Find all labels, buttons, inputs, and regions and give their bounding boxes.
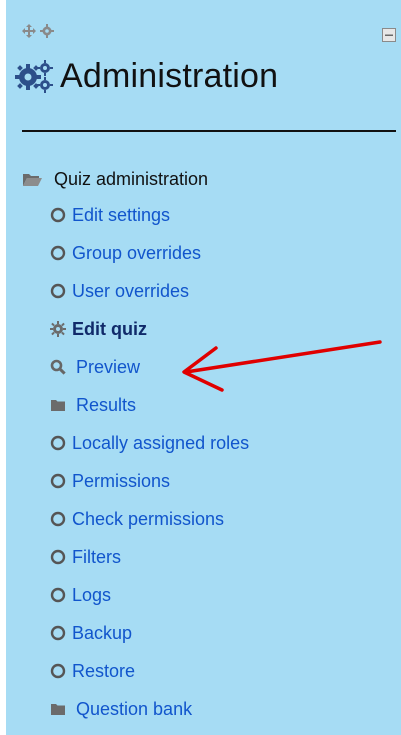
circle-icon bbox=[50, 625, 66, 641]
tree-item-permissions[interactable]: Permissions bbox=[50, 466, 170, 496]
tree-item-results[interactable]: Results bbox=[50, 390, 136, 420]
folder-icon bbox=[51, 704, 65, 715]
tree-item-label: Locally assigned roles bbox=[72, 432, 250, 453]
collapse-block-icon[interactable] bbox=[382, 28, 396, 42]
tree-item-label: User overrides bbox=[72, 280, 190, 301]
circle-icon bbox=[50, 435, 66, 451]
circle-icon bbox=[50, 207, 66, 223]
tree-item-label: Backup bbox=[72, 622, 133, 643]
tree-section-label: Quiz administration bbox=[54, 168, 209, 189]
tree-item-label: Logs bbox=[72, 584, 112, 605]
gears-icon bbox=[15, 60, 53, 93]
tree-item-question-bank[interactable]: Question bank bbox=[50, 694, 192, 724]
divider bbox=[22, 130, 396, 132]
circle-icon bbox=[50, 511, 66, 527]
tree-item-user-overrides[interactable]: User overrides bbox=[50, 276, 189, 306]
magnifier-icon bbox=[50, 359, 66, 375]
circle-icon bbox=[50, 245, 66, 261]
folder-open-icon bbox=[23, 174, 42, 186]
circle-icon bbox=[50, 587, 66, 603]
tree-item-label: Question bank bbox=[76, 698, 193, 719]
tree-item-label: Edit quiz bbox=[72, 318, 147, 339]
tree-item-label: Permissions bbox=[72, 470, 171, 491]
tree-item-restore[interactable]: Restore bbox=[50, 656, 135, 686]
tree-item-label: Results bbox=[76, 394, 137, 415]
tree-item-label: Group overrides bbox=[72, 242, 202, 263]
tree-item-edit-quiz[interactable]: Edit quiz bbox=[50, 314, 147, 344]
tree-item-group-overrides[interactable]: Group overrides bbox=[50, 238, 201, 268]
move-icon[interactable] bbox=[22, 24, 36, 38]
tree-item-edit-settings[interactable]: Edit settings bbox=[50, 200, 170, 230]
tree-item-filters[interactable]: Filters bbox=[50, 542, 121, 572]
tree-item-label: Restore bbox=[72, 660, 136, 681]
tree-item-preview[interactable]: Preview bbox=[50, 352, 140, 382]
tree-item-label: Check permissions bbox=[72, 508, 225, 529]
circle-icon bbox=[50, 549, 66, 565]
tree-item-logs[interactable]: Logs bbox=[50, 580, 111, 610]
tree-item-backup[interactable]: Backup bbox=[50, 618, 132, 648]
folder-icon bbox=[51, 400, 65, 411]
tree-item-locally-assigned-roles[interactable]: Locally assigned roles bbox=[50, 428, 249, 458]
circle-icon bbox=[50, 283, 66, 299]
block-header: Administration bbox=[14, 54, 278, 98]
gear-icon[interactable] bbox=[40, 24, 54, 38]
circle-icon bbox=[50, 473, 66, 489]
gear-icon bbox=[50, 321, 66, 337]
page-title: Administration bbox=[60, 56, 279, 95]
annotation-arrow bbox=[182, 340, 382, 392]
tree-item-check-permissions[interactable]: Check permissions bbox=[50, 504, 224, 534]
tree-item-label: Edit settings bbox=[72, 204, 171, 225]
tree-item-label: Preview bbox=[76, 356, 141, 377]
tree-section-quiz-administration[interactable]: Quiz administration bbox=[22, 164, 208, 194]
tree-item-label: Filters bbox=[72, 546, 121, 567]
circle-icon bbox=[50, 663, 66, 679]
